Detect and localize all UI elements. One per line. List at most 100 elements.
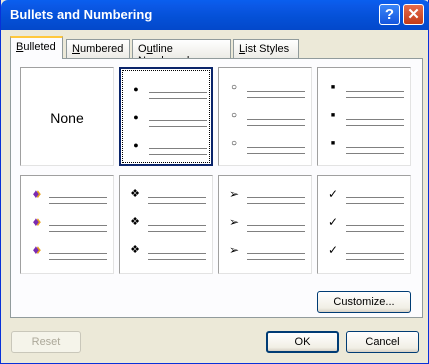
customize-button[interactable]: Customize... — [317, 291, 411, 313]
tab-outline-numbered[interactable]: Outline Numbered — [132, 39, 231, 67]
picture-bullet-icon: ♦ — [32, 214, 40, 229]
bullet-row: ✓ — [326, 187, 404, 204]
bullet-row: ● — [129, 140, 207, 155]
text-line — [148, 225, 206, 226]
text-line — [149, 98, 207, 99]
text-line — [247, 91, 305, 92]
text-line — [247, 253, 305, 254]
bullet-row: ❖ — [128, 244, 206, 260]
picture-bullet-icon: ♦ — [32, 186, 40, 201]
bullet-row: ✓ — [326, 243, 404, 260]
text-line — [247, 147, 305, 148]
picture-bullet-icon: ♦ — [32, 242, 40, 257]
text-line — [346, 197, 404, 198]
text-line — [247, 203, 305, 204]
text-line — [247, 153, 305, 154]
bullet-style-solid-dot[interactable]: ● ● ● — [119, 67, 213, 166]
text-line — [346, 125, 404, 126]
check-icon: ✓ — [327, 215, 339, 229]
arrow-icon: ➢ — [228, 215, 240, 229]
tab-bulleted-label: ulleted — [23, 41, 56, 53]
tab-list-styles[interactable]: List Styles — [233, 39, 299, 58]
bullet-row: ♦ — [29, 243, 107, 260]
text-line — [346, 225, 404, 226]
text-line — [247, 97, 305, 98]
text-line — [149, 120, 207, 121]
text-line — [148, 253, 206, 254]
close-button[interactable]: ✕ — [403, 4, 424, 25]
window-title: Bullets and Numbering — [10, 7, 153, 22]
text-line — [148, 231, 206, 232]
bullet-row: ➢ — [227, 187, 305, 204]
text-line — [346, 203, 404, 204]
bullet-row: ➢ — [227, 243, 305, 260]
text-line — [149, 148, 207, 149]
text-line — [346, 91, 404, 92]
text-line — [149, 92, 207, 93]
text-line — [148, 197, 206, 198]
reset-button-label: Reset — [31, 336, 61, 348]
text-line — [346, 153, 404, 154]
hollow-circle-icon: ○ — [230, 82, 238, 93]
check-icon: ✓ — [327, 187, 339, 201]
bullet-row: ■ — [326, 140, 404, 154]
bullet-row: ➢ — [227, 215, 305, 232]
four-diamond-icon: ❖ — [130, 244, 140, 256]
bullet-style-check[interactable]: ✓ ✓ ✓ — [317, 175, 411, 274]
ok-button-label: OK — [294, 336, 311, 348]
bullet-row: ■ — [326, 84, 404, 98]
bullet-style-picture[interactable]: ♦ ♦ ♦ — [20, 175, 114, 274]
bullet-row: ❖ — [128, 216, 206, 232]
hollow-circle-icon: ○ — [230, 110, 238, 121]
ok-button[interactable]: OK — [266, 331, 339, 353]
customize-button-label: Customize... — [333, 296, 395, 308]
text-line — [247, 119, 305, 120]
tab-numbered[interactable]: Numbered — [66, 39, 130, 58]
square-icon: ■ — [330, 84, 336, 91]
bullet-row: ♦ — [29, 187, 107, 204]
text-line — [247, 231, 305, 232]
bullet-style-four-diamond[interactable]: ❖ ❖ ❖ — [119, 175, 213, 274]
bulleted-tab-panel: None ● ● ● ○ ○ ○ ■ ■ ■ ♦ ♦ ♦ ❖ ❖ ❖ ➢ ➢ ➢… — [10, 58, 423, 318]
bullet-row: ♦ — [29, 215, 107, 232]
bullet-style-square[interactable]: ■ ■ ■ — [317, 67, 411, 166]
reset-button[interactable]: Reset — [11, 331, 81, 353]
text-line — [49, 253, 107, 254]
square-icon: ■ — [330, 112, 336, 119]
bullet-row: ○ — [227, 138, 305, 154]
arrow-icon: ➢ — [228, 187, 240, 201]
text-line — [247, 259, 305, 260]
text-line — [148, 259, 206, 260]
bullet-row: ● — [129, 84, 207, 99]
text-line — [247, 197, 305, 198]
four-diamond-icon: ❖ — [130, 188, 140, 200]
arrow-icon: ➢ — [228, 243, 240, 257]
bullet-row: ○ — [227, 110, 305, 126]
text-line — [247, 225, 305, 226]
bullet-row: ■ — [326, 112, 404, 126]
cancel-button[interactable]: Cancel — [346, 331, 419, 353]
none-label: None — [50, 110, 84, 126]
tab-numbered-label: umbered — [79, 43, 124, 55]
title-bar: Bullets and Numbering ? ✕ — [1, 0, 429, 30]
text-line — [149, 126, 207, 127]
text-line — [149, 154, 207, 155]
bullets-numbering-dialog: Bullets and Numbering ? ✕ Bulleted Numbe… — [0, 0, 429, 364]
text-line — [49, 259, 107, 260]
help-button[interactable]: ? — [379, 4, 400, 25]
text-line — [49, 225, 107, 226]
text-line — [49, 203, 107, 204]
text-line — [346, 119, 404, 120]
hollow-circle-icon: ○ — [230, 138, 238, 149]
square-icon: ■ — [330, 140, 336, 147]
bullet-row: ✓ — [326, 215, 404, 232]
check-icon: ✓ — [327, 243, 339, 257]
four-diamond-icon: ❖ — [130, 216, 140, 228]
bullet-style-none[interactable]: None — [20, 67, 114, 166]
bullet-style-hollow-circle[interactable]: ○ ○ ○ — [218, 67, 312, 166]
tab-numbered-access-key: N — [72, 43, 80, 55]
bullet-row: ● — [129, 112, 207, 127]
bullet-style-arrow[interactable]: ➢ ➢ ➢ — [218, 175, 312, 274]
text-line — [346, 97, 404, 98]
tab-bulleted[interactable]: Bulleted — [10, 36, 63, 59]
